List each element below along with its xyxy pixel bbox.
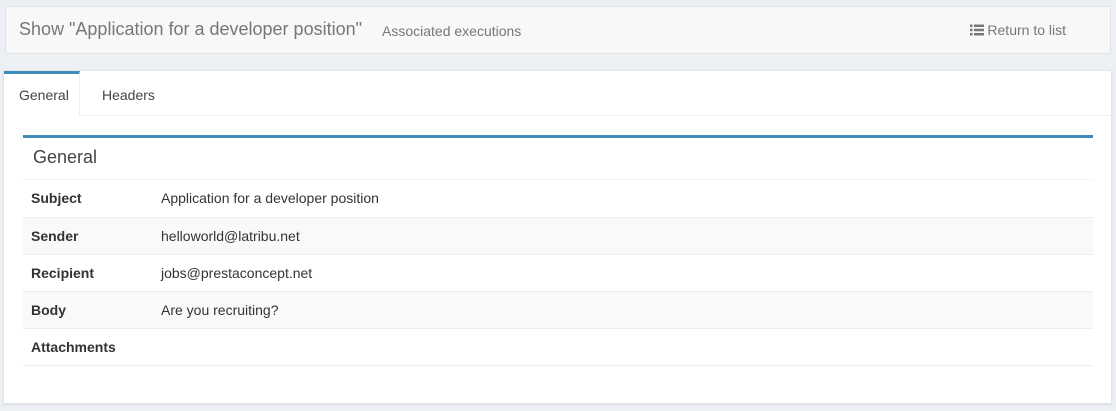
tab-bar: General Headers (4, 71, 1111, 117)
page-title: Show "Application for a developer positi… (19, 19, 362, 39)
general-panel: General Subject Application for a develo… (23, 135, 1093, 366)
list-icon (970, 24, 985, 36)
table-row: Sender helloworld@latribu.net (23, 217, 1093, 255)
row-label-subject: Subject (23, 180, 161, 218)
table-row: Attachments (23, 328, 1093, 366)
page-header-bar: Show "Application for a developer positi… (5, 6, 1111, 54)
row-label-sender: Sender (23, 217, 161, 255)
row-label-recipient: Recipient (23, 254, 161, 292)
row-value-subject: Application for a developer position (161, 180, 1093, 218)
table-row: Subject Application for a developer posi… (23, 180, 1093, 218)
details-table: Subject Application for a developer posi… (23, 180, 1093, 366)
panel-title: General (23, 138, 1093, 180)
associated-executions-link[interactable]: Associated executions (382, 23, 521, 39)
row-value-recipient: jobs@prestaconcept.net (161, 254, 1093, 292)
table-row: Recipient jobs@prestaconcept.net (23, 254, 1093, 292)
tab-headers[interactable]: Headers (87, 71, 170, 116)
main-content-box: General Headers General Subject Applicat… (3, 70, 1112, 404)
row-label-body: Body (23, 291, 161, 329)
row-label-attachments: Attachments (23, 328, 161, 366)
return-to-list-link[interactable]: Return to list (970, 22, 1066, 38)
row-value-body: Are you recruiting? (161, 291, 1093, 329)
table-row: Body Are you recruiting? (23, 291, 1093, 329)
row-value-attachments (161, 328, 1093, 366)
return-to-list-label: Return to list (987, 22, 1066, 38)
tab-general[interactable]: General (4, 71, 80, 117)
row-value-sender: helloworld@latribu.net (161, 217, 1093, 255)
